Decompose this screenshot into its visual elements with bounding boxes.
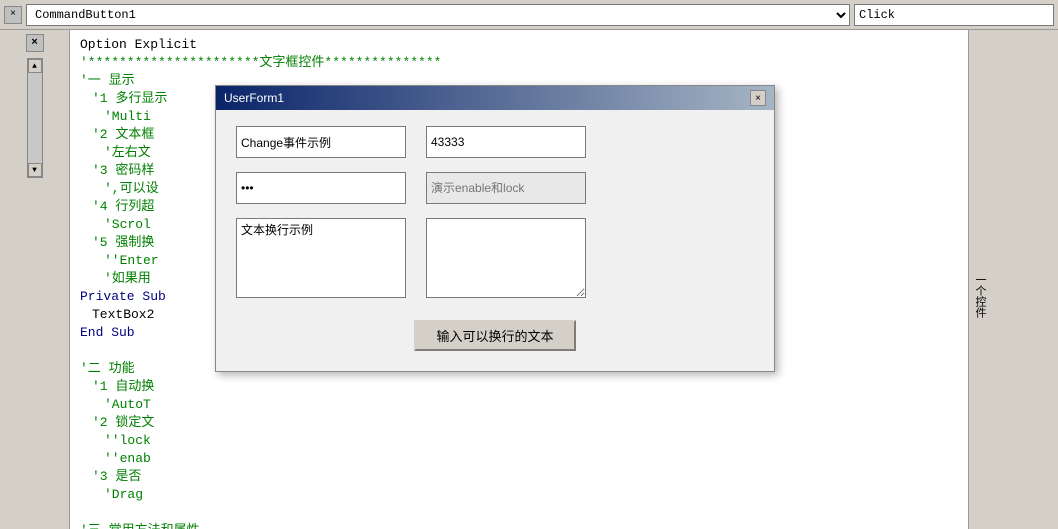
event-display: Click <box>854 4 1054 26</box>
textbox-change-value[interactable] <box>426 126 586 158</box>
userform-modal: UserForm1 × 文本换行示例 输入可以换行的文本 <box>215 85 775 372</box>
right-panel-hint: 一个控件 <box>971 274 987 318</box>
textbox-multiline-right[interactable] <box>426 218 586 298</box>
code-line-22: '2 锁定文 <box>92 414 958 432</box>
code-line-27 <box>80 504 958 522</box>
right-panel: 一个控件 <box>968 30 1058 529</box>
code-line-26: 'Drag <box>104 486 958 504</box>
scroll-thumb <box>28 73 42 163</box>
modal-close-button[interactable]: × <box>750 90 766 106</box>
code-line-1: Option Explicit <box>80 36 958 54</box>
top-bar: × CommandButton1 Click <box>0 0 1058 30</box>
vertical-scrollbar[interactable]: ▲ ▼ <box>27 58 43 178</box>
textbox-password[interactable] <box>236 172 406 204</box>
modal-row-2 <box>236 172 754 204</box>
textbox-change-label[interactable] <box>236 126 406 158</box>
scroll-up-btn[interactable]: ▲ <box>28 59 42 73</box>
code-line-20: '1 自动换 <box>92 378 958 396</box>
modal-titlebar: UserForm1 × <box>216 86 774 110</box>
textbox-multiline[interactable]: 文本换行示例 <box>236 218 406 298</box>
code-line-23: ''lock <box>104 432 958 450</box>
textbox-enable-lock <box>426 172 586 204</box>
modal-button-row: 输入可以换行的文本 <box>236 312 754 351</box>
code-line-21: 'AutoT <box>104 396 958 414</box>
modal-body: 文本换行示例 输入可以换行的文本 <box>216 110 774 371</box>
modal-row-3: 文本换行示例 <box>236 218 754 298</box>
left-sidebar: × ▲ ▼ <box>0 30 70 529</box>
sidebar-close-button[interactable]: × <box>26 34 44 52</box>
modal-title: UserForm1 <box>224 91 284 105</box>
scroll-down-btn[interactable]: ▼ <box>28 163 42 177</box>
code-line-2: '**********************文字框控件************… <box>80 54 958 72</box>
modal-action-button[interactable]: 输入可以换行的文本 <box>414 320 575 351</box>
object-dropdown[interactable]: CommandButton1 <box>26 4 850 26</box>
code-line-24: ''enab <box>104 450 958 468</box>
modal-row-1 <box>236 126 754 158</box>
code-line-25: '3 是否 <box>92 468 958 486</box>
code-line-28: '三 常用方法和属性 <box>80 522 958 529</box>
top-close-button[interactable]: × <box>4 6 22 24</box>
